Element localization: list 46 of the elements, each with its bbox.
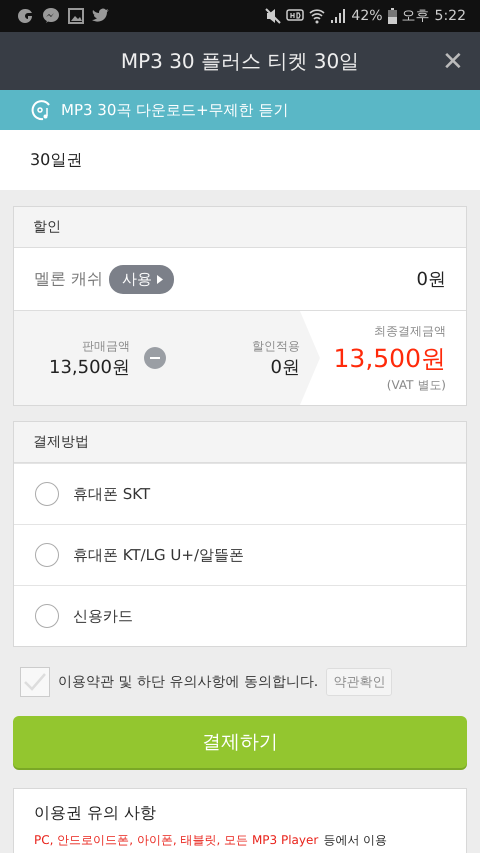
notice-highlight: PC, 안드로이드폰, 아이폰, 태블릿, 모든 MP3 Player: [34, 832, 318, 849]
applied-value: 0원: [270, 356, 300, 378]
applied-label: 할인적용: [252, 338, 300, 354]
hd-icon: [286, 9, 304, 23]
cash-value: 0원: [416, 268, 446, 291]
radio-button[interactable]: [35, 604, 59, 628]
cash-label: 멜론 캐쉬: [34, 268, 104, 290]
page-title: MP3 30 플러스 티켓 30일: [120, 48, 360, 74]
final-label: 최종결제금액: [374, 322, 446, 340]
final-price: 13,500원: [334, 342, 446, 374]
payment-option[interactable]: 휴대폰 KT/LG U+/알뜰폰: [14, 524, 466, 585]
radio-button[interactable]: [35, 482, 59, 506]
image-icon: [68, 8, 84, 24]
option-label: 신용카드: [73, 606, 133, 626]
wifi-icon: [309, 8, 326, 24]
battery-percent: 42%: [351, 8, 383, 24]
ticket-name: 30일권: [30, 150, 82, 170]
agree-text: 이용약관 및 하단 유의사항에 동의합니다.: [58, 673, 318, 691]
minus-icon: [144, 347, 166, 369]
battery-icon: [388, 8, 397, 24]
messenger-icon: [42, 7, 60, 25]
check-icon: [23, 672, 47, 692]
play-caret-icon: [157, 274, 164, 284]
option-label: 휴대폰 SKT: [73, 484, 150, 504]
mute-icon: [265, 8, 282, 24]
option-label: 휴대폰 KT/LG U+/알뜰폰: [73, 546, 244, 564]
sale-value: 13,500원: [49, 356, 130, 378]
terms-button[interactable]: 약관확인: [326, 668, 392, 696]
signal-icon: [330, 8, 346, 24]
section-title: 결제방법: [33, 433, 89, 451]
app-icon: [16, 7, 34, 25]
time-period: 오후: [402, 7, 430, 25]
use-button[interactable]: 사용: [109, 264, 174, 294]
checkbox[interactable]: [20, 667, 50, 697]
clock: 5:22: [434, 8, 466, 24]
sale-label: 판매금액: [82, 338, 130, 354]
payment-option[interactable]: 휴대폰 SKT: [14, 463, 466, 524]
close-button[interactable]: ✕: [442, 44, 464, 78]
payment-option[interactable]: 신용카드: [14, 585, 466, 646]
vat-note: (VAT 별도): [386, 376, 446, 394]
banner-text: MP3 30곡 다운로드+무제한 듣기: [61, 100, 288, 120]
notice-title: 이용권 유의 사항: [34, 803, 158, 824]
section-title: 할인: [33, 218, 61, 236]
notice-text: 등에서 이용: [323, 832, 388, 849]
bird-icon: [92, 8, 110, 24]
radio-button[interactable]: [35, 543, 59, 567]
